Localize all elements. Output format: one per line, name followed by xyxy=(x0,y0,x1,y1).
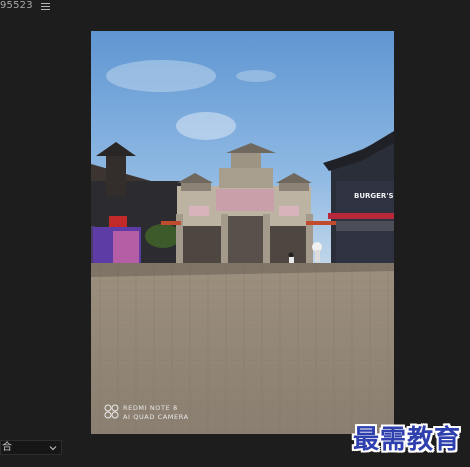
watermark-model: REDMI NOTE 8 xyxy=(123,404,178,412)
person xyxy=(288,252,294,258)
cloud xyxy=(236,70,276,82)
image-viewer: BURGER'S REDMI NOTE 8 AI QUAD CAMERA xyxy=(91,31,394,434)
brand-logo-text: 最需教育 xyxy=(352,424,461,455)
panel-title: 95523 xyxy=(0,0,33,11)
photo-preview: BURGER'S REDMI NOTE 8 AI QUAD CAMERA xyxy=(91,31,394,434)
dropdown-value: 合 xyxy=(2,442,12,453)
cloud xyxy=(106,60,216,92)
brand-watermark: 最需教育 xyxy=(344,417,470,457)
hamburger-menu-icon[interactable] xyxy=(40,2,50,10)
shop-sign: BURGER'S xyxy=(354,192,394,200)
tree xyxy=(145,224,181,248)
watermark-camera: AI QUAD CAMERA xyxy=(123,413,189,421)
view-mode-dropdown[interactable]: 合 xyxy=(0,440,62,455)
person xyxy=(315,250,320,262)
top-bar: 95523 xyxy=(0,0,470,12)
cloud xyxy=(176,112,236,140)
chevron-down-icon xyxy=(49,445,57,450)
